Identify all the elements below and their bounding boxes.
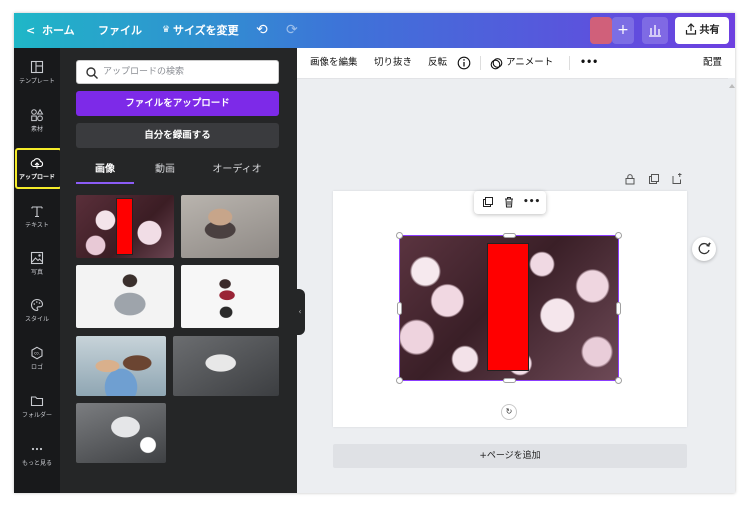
flip-button[interactable]: 反転 [428, 48, 447, 78]
add-page-button[interactable]: +ページを追加 [333, 444, 687, 468]
add-page-icon[interactable] [671, 173, 683, 185]
rail-item-folders[interactable]: フォルダー [14, 388, 60, 432]
template-icon [30, 60, 44, 74]
rail-item-logos[interactable]: co. ロゴ [14, 340, 60, 384]
top-bar: < ホーム ファイル ♛ サイズを変更 ⟲ ⟳ + 共有 [14, 13, 735, 48]
thumbnail-woman-sweater[interactable] [76, 265, 174, 328]
resize-handle-right[interactable] [616, 302, 621, 315]
bar-chart-icon [649, 25, 661, 37]
rail-item-elements[interactable]: 素材 [14, 102, 60, 146]
trash-icon[interactable] [503, 196, 515, 208]
edit-image-button[interactable]: 画像を編集 [310, 48, 358, 78]
thumbnail-laptop-coffee[interactable] [76, 403, 166, 463]
rail-label-logos: ロゴ [30, 364, 43, 371]
resize-handle-top-left[interactable] [396, 232, 403, 239]
vertical-scrollbar[interactable] [728, 78, 735, 493]
more-dots-icon [31, 447, 43, 451]
left-rail: テンプレート 素材 アップロード テキスト 写真 スタイル co. ロゴ フォル [14, 48, 62, 493]
crop-button[interactable]: 切り抜き [374, 48, 412, 78]
scroll-up-arrow-icon[interactable] [729, 84, 735, 88]
rail-label-folders: フォルダー [21, 412, 52, 419]
search-icon [86, 67, 98, 79]
toolbar-divider [480, 56, 481, 70]
thumbnail-cherry-blossom[interactable] [76, 195, 174, 258]
rail-label-text: テキスト [25, 222, 49, 229]
info-icon[interactable] [457, 56, 471, 70]
home-button[interactable]: ホーム [42, 13, 75, 48]
uploads-panel: アップロードの検索 ファイルをアップロード 自分を録画する 画像 動画 オーディ… [60, 48, 297, 493]
rail-item-more[interactable]: もっと見る [14, 436, 60, 480]
rail-item-styles[interactable]: スタイル [14, 292, 60, 336]
editor-toolbar: 画像を編集 切り抜き 反転 アニメート ••• 配置 [297, 48, 735, 79]
rotate-handle-icon[interactable]: ↻ [501, 404, 517, 420]
share-label: 共有 [699, 25, 720, 36]
stats-button[interactable] [642, 17, 668, 44]
plus-icon[interactable]: + [612, 17, 634, 44]
red-redaction-rect [116, 198, 133, 255]
copy-icon[interactable] [482, 196, 494, 208]
position-button[interactable]: 配置 [703, 48, 722, 78]
rail-item-text[interactable]: テキスト [14, 198, 60, 242]
tab-images[interactable]: 画像 [76, 158, 134, 182]
text-icon [31, 206, 43, 218]
resize-handle-bottom[interactable] [503, 378, 516, 383]
tab-audio[interactable]: オーディオ [196, 158, 278, 182]
thumbnail-person-on-ground[interactable] [181, 195, 279, 258]
rail-label-styles: スタイル [24, 316, 49, 323]
thumbnail-woman-walking[interactable] [181, 265, 279, 328]
share-button[interactable]: 共有 [675, 17, 729, 44]
redo-icon[interactable]: ⟳ [286, 13, 298, 48]
search-placeholder: アップロードの検索 [103, 67, 185, 77]
back-chevron-icon[interactable]: < [26, 13, 35, 48]
more-options-button[interactable]: ••• [580, 48, 598, 78]
record-yourself-button[interactable]: 自分を録画する [76, 123, 279, 148]
rail-label-elements: 素材 [30, 126, 43, 133]
redacted-avatar [590, 17, 612, 44]
tab-videos[interactable]: 動画 [140, 158, 190, 182]
element-context-popup: ••• [474, 191, 546, 214]
rail-label-templates: テンプレート [19, 78, 55, 85]
uploads-highlight-box [15, 148, 62, 189]
photo-icon [30, 251, 44, 265]
upload-file-button[interactable]: ファイルをアップロード [76, 91, 279, 116]
resize-handle-bottom-left[interactable] [396, 377, 403, 384]
rail-label-photos: 写真 [30, 269, 43, 276]
folder-icon [30, 396, 44, 407]
resize-handle-top-right[interactable] [615, 232, 622, 239]
refresh-sparkle-icon [698, 242, 712, 255]
resize-handle-top[interactable] [503, 233, 516, 238]
animate-icon [490, 58, 503, 70]
popup-more-button[interactable]: ••• [523, 191, 540, 214]
duplicate-page-icon[interactable] [648, 173, 660, 185]
thumbnail-tablet-desk[interactable] [173, 336, 279, 396]
lock-icon[interactable] [624, 173, 636, 185]
elements-icon [31, 108, 44, 122]
selection-border [399, 235, 619, 381]
resize-button[interactable]: サイズを変更 [173, 13, 239, 48]
palette-icon [31, 298, 44, 312]
refresh-ai-button[interactable] [692, 237, 716, 261]
rail-label-more: もっと見る [21, 460, 52, 467]
file-menu[interactable]: ファイル [98, 13, 142, 48]
rail-item-templates[interactable]: テンプレート [14, 54, 60, 98]
resize-handle-bottom-right[interactable] [615, 377, 622, 384]
panel-collapse-handle[interactable]: ‹ [295, 289, 305, 335]
toolbar-divider [569, 56, 570, 70]
canva-editor-window: < ホーム ファイル ♛ サイズを変更 ⟲ ⟳ + 共有 テンプレート 素材 ア… [14, 13, 735, 493]
active-tab-underline [76, 182, 134, 184]
search-input[interactable]: アップロードの検索 [76, 60, 279, 84]
upload-share-icon [685, 23, 696, 35]
thumbnail-couple[interactable] [76, 336, 166, 396]
svg-text:co.: co. [34, 351, 40, 356]
crown-icon: ♛ [162, 25, 171, 35]
resize-handle-left[interactable] [397, 302, 402, 315]
undo-icon[interactable]: ⟲ [256, 13, 268, 48]
animate-button[interactable]: アニメート [506, 48, 553, 78]
logo-icon: co. [31, 346, 43, 360]
rail-item-photos[interactable]: 写真 [14, 245, 60, 289]
